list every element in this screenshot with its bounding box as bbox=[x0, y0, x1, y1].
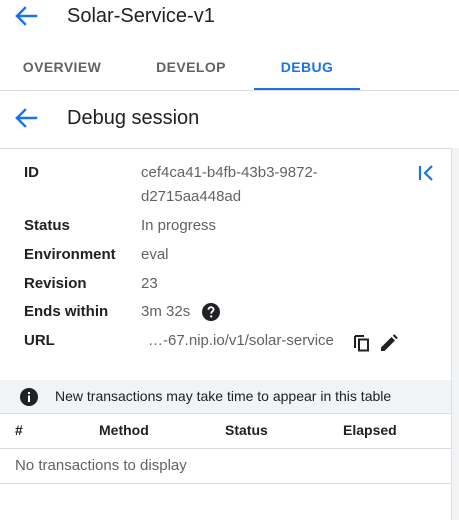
column-header-method[interactable]: Method bbox=[99, 419, 149, 441]
debug-session-title: Debug session bbox=[67, 107, 200, 129]
tabs-divider bbox=[0, 90, 459, 91]
environment-value: eval bbox=[141, 246, 169, 263]
debug-session-divider bbox=[0, 148, 459, 149]
id-label: ID bbox=[24, 164, 39, 181]
tab-debug[interactable]: DEBUG bbox=[254, 52, 360, 90]
tab-overview[interactable]: OVERVIEW bbox=[14, 52, 110, 90]
ends-within-value: 3m 32s bbox=[141, 303, 191, 320]
column-header-number[interactable]: # bbox=[15, 419, 23, 441]
url-label: URL bbox=[24, 332, 55, 349]
url-value: …-67.nip.io/v1/solar-service bbox=[148, 332, 334, 349]
tab-develop[interactable]: DEVELOP bbox=[145, 52, 237, 90]
notice-text: New transactions may take time to appear… bbox=[55, 388, 392, 404]
panel-scrollbar[interactable] bbox=[451, 148, 459, 520]
info-icon bbox=[19, 387, 39, 407]
debug-back-arrow-icon[interactable] bbox=[12, 106, 40, 130]
id-value: cef4ca41-b4fb-43b3-9872-d2715aa448ad bbox=[141, 164, 318, 205]
environment-label: Environment bbox=[24, 246, 116, 263]
collapse-panel-icon[interactable] bbox=[416, 162, 438, 184]
column-header-status[interactable]: Status bbox=[225, 419, 268, 441]
app-title: Solar-Service-v1 bbox=[67, 5, 215, 27]
revision-label: Revision bbox=[24, 275, 87, 292]
table-header-divider bbox=[0, 448, 451, 449]
revision-value: 23 bbox=[141, 275, 158, 292]
table-row-divider bbox=[0, 483, 451, 484]
edit-icon[interactable] bbox=[379, 333, 399, 353]
back-arrow-icon[interactable] bbox=[12, 4, 40, 28]
column-header-elapsed[interactable]: Elapsed bbox=[343, 419, 397, 441]
tab-bar: OVERVIEW DEVELOP DEBUG bbox=[0, 52, 459, 91]
empty-table-message: No transactions to display bbox=[15, 457, 187, 474]
ends-within-label: Ends within bbox=[24, 303, 109, 320]
info-notice: New transactions may take time to appear… bbox=[0, 380, 451, 414]
help-icon[interactable] bbox=[202, 303, 220, 321]
status-value: In progress bbox=[141, 217, 217, 234]
status-label: Status bbox=[24, 217, 70, 234]
copy-icon[interactable] bbox=[352, 333, 372, 353]
